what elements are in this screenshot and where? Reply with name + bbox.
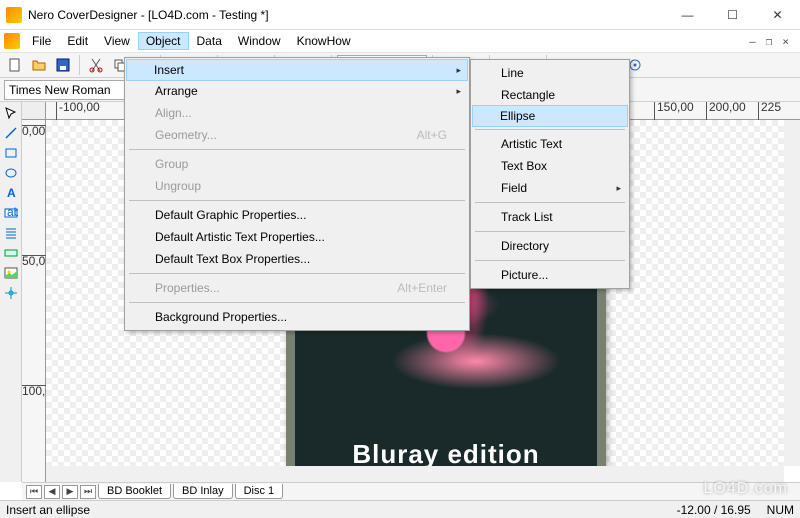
tool-palette: A ab: [0, 102, 22, 482]
window-title: Nero CoverDesigner - [LO4D.com - Testing…: [28, 8, 665, 22]
mdi-child-icon: [4, 33, 20, 49]
menu-insert[interactable]: Insert▸: [126, 59, 468, 81]
textbox-tool[interactable]: ab: [2, 204, 20, 222]
menu-edit[interactable]: Edit: [59, 32, 96, 50]
selection-tool[interactable]: [2, 104, 20, 122]
tracklist-tool[interactable]: [2, 224, 20, 242]
menu-insert-artistic-text[interactable]: Artistic Text: [473, 133, 627, 155]
open-button[interactable]: [28, 54, 50, 76]
mdi-minimize-button[interactable]: –: [746, 35, 759, 48]
vertical-scrollbar[interactable]: [784, 120, 800, 466]
object-menu-dropdown: Insert▸ Arrange▸ Align... Geometry...Alt…: [124, 57, 470, 331]
guide-tool[interactable]: [2, 284, 20, 302]
menu-default-graphic[interactable]: Default Graphic Properties...: [127, 204, 467, 226]
ruler-vertical: 0,00 50,00 100,00: [22, 120, 46, 482]
mdi-controls: – ❐ ×: [746, 35, 796, 48]
tab-nav-last[interactable]: ⏭: [80, 485, 96, 499]
status-numlock: NUM: [767, 503, 794, 517]
menu-insert-line[interactable]: Line: [473, 62, 627, 84]
tab-nav-first[interactable]: ⏮: [26, 485, 42, 499]
minimize-button[interactable]: —: [665, 0, 710, 29]
status-coords: -12.00 / 16.95: [677, 503, 751, 517]
tab-nav-next[interactable]: ▶: [62, 485, 78, 499]
image-tool[interactable]: [2, 264, 20, 282]
cut-button[interactable]: [85, 54, 107, 76]
tab-nav-prev[interactable]: ◀: [44, 485, 60, 499]
menu-insert-ellipse[interactable]: Ellipse: [472, 105, 628, 127]
title-bar: Nero CoverDesigner - [LO4D.com - Testing…: [0, 0, 800, 30]
menu-knowhow[interactable]: KnowHow: [289, 32, 359, 50]
field-tool[interactable]: [2, 244, 20, 262]
svg-text:ab: ab: [7, 206, 18, 219]
ellipse-tool[interactable]: [2, 164, 20, 182]
app-icon: [6, 7, 22, 23]
menu-window[interactable]: Window: [230, 32, 289, 50]
menu-insert-textbox[interactable]: Text Box: [473, 155, 627, 177]
horizontal-scrollbar[interactable]: [46, 466, 784, 482]
menu-insert-field[interactable]: Field▸: [473, 177, 627, 199]
tab-bd-inlay[interactable]: BD Inlay: [173, 484, 233, 499]
insert-submenu-dropdown: Line Rectangle Ellipse Artistic Text Tex…: [470, 59, 630, 289]
menu-ungroup: Ungroup: [127, 175, 467, 197]
ruler-corner: [22, 102, 46, 120]
menu-insert-picture[interactable]: Picture...: [473, 264, 627, 286]
menu-align: Align...: [127, 102, 467, 124]
line-tool[interactable]: [2, 124, 20, 142]
rectangle-tool[interactable]: [2, 144, 20, 162]
mdi-restore-button[interactable]: ❐: [763, 35, 776, 48]
font-name-combo[interactable]: Times New Roman: [4, 80, 144, 100]
menu-geometry: Geometry...Alt+G: [127, 124, 467, 146]
menu-properties: Properties...Alt+Enter: [127, 277, 467, 299]
status-hint: Insert an ellipse: [6, 503, 90, 517]
watermark: LO4D.com: [704, 480, 788, 498]
menu-data[interactable]: Data: [189, 32, 230, 50]
menu-group: Group: [127, 153, 467, 175]
menu-file[interactable]: File: [24, 32, 59, 50]
menu-arrange[interactable]: Arrange▸: [127, 80, 467, 102]
menu-insert-directory[interactable]: Directory: [473, 235, 627, 257]
menu-insert-rectangle[interactable]: Rectangle: [473, 84, 627, 106]
menu-insert-tracklist[interactable]: Track List: [473, 206, 627, 228]
status-bar: Insert an ellipse -12.00 / 16.95 NUM: [0, 500, 800, 518]
menu-background-properties[interactable]: Background Properties...: [127, 306, 467, 328]
artistic-text-tool[interactable]: A: [2, 184, 20, 202]
menu-bar: File Edit View Object Data Window KnowHo…: [0, 30, 800, 52]
new-button[interactable]: [4, 54, 26, 76]
svg-text:A: A: [7, 186, 16, 200]
save-button[interactable]: [52, 54, 74, 76]
close-button[interactable]: ✕: [755, 0, 800, 29]
tab-bd-booklet[interactable]: BD Booklet: [98, 484, 171, 499]
menu-view[interactable]: View: [96, 32, 138, 50]
menu-default-artistic[interactable]: Default Artistic Text Properties...: [127, 226, 467, 248]
document-tabs: ⏮ ◀ ▶ ⏭ BD Booklet BD Inlay Disc 1: [22, 482, 800, 500]
menu-default-textbox[interactable]: Default Text Box Properties...: [127, 248, 467, 270]
mdi-close-button[interactable]: ×: [779, 35, 792, 48]
menu-object[interactable]: Object: [138, 32, 189, 50]
tab-disc-1[interactable]: Disc 1: [235, 484, 284, 499]
maximize-button[interactable]: ☐: [710, 0, 755, 29]
